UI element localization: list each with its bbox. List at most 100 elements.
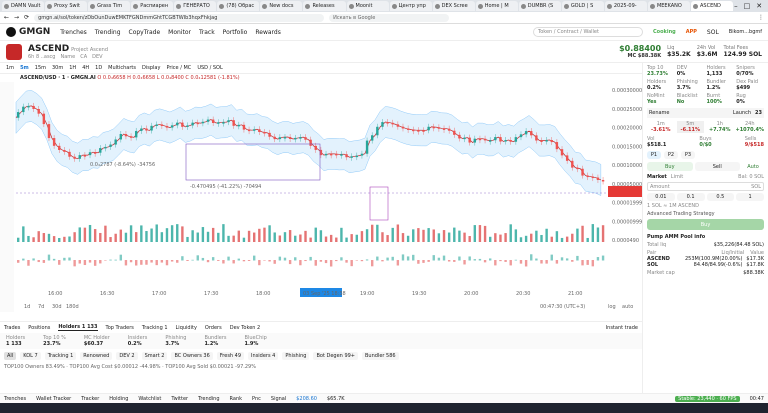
- browser-tab[interactable]: DAMN Vault: [2, 1, 45, 11]
- bottom-tab[interactable]: Orders: [205, 325, 222, 331]
- chart-tool-6[interactable]: 1D: [95, 65, 102, 71]
- amount-option[interactable]: 0.01: [647, 193, 675, 201]
- buy-button[interactable]: Buy: [647, 219, 764, 230]
- app-button[interactable]: APP: [686, 29, 697, 35]
- chart-tool-3[interactable]: 30m: [52, 65, 63, 71]
- range-button[interactable]: 180d: [66, 304, 79, 310]
- chain-select[interactable]: SOL: [707, 29, 719, 36]
- browser-tab[interactable]: DEX Scree: [432, 1, 475, 11]
- bottom-tab[interactable]: Trades: [4, 325, 20, 331]
- holder-filter[interactable]: KOL 7: [20, 352, 41, 360]
- auto-toggle[interactable]: Auto: [742, 162, 764, 171]
- bottom-tab[interactable]: Tracking 1: [142, 325, 168, 331]
- status-item[interactable]: Tracker: [81, 396, 99, 402]
- extensions-icon[interactable]: ⋮: [758, 14, 764, 21]
- chart-tool-1[interactable]: 5m: [20, 65, 29, 71]
- chart-tool-0[interactable]: 1m: [6, 65, 14, 71]
- amount-option[interactable]: 0.1: [676, 193, 705, 201]
- browser-tab[interactable]: Распиарен: [131, 1, 174, 11]
- range-button[interactable]: 7d: [38, 304, 44, 310]
- holder-filter[interactable]: Fresh 49: [216, 352, 245, 360]
- range-button[interactable]: 1d: [24, 304, 30, 310]
- bottom-tab[interactable]: Positions: [28, 325, 50, 331]
- market-tab[interactable]: Market: [647, 174, 667, 180]
- browser-tab[interactable]: Grass Tim: [88, 1, 131, 11]
- status-item[interactable]: Watchlist: [138, 396, 161, 402]
- log-toggle[interactable]: log: [608, 304, 616, 310]
- range-button[interactable]: 30d: [52, 304, 62, 310]
- dev-link[interactable]: DEV: [92, 54, 102, 60]
- status-item[interactable]: Pnc: [252, 396, 261, 402]
- browser-tab[interactable]: Proxy Swit: [45, 1, 88, 11]
- period-1m[interactable]: 1m -3.61%: [647, 121, 675, 133]
- google-search-box[interactable]: Искать в Google: [329, 13, 450, 22]
- amount-option[interactable]: 1: [736, 193, 764, 201]
- browser-tab[interactable]: Home | M: [475, 1, 518, 11]
- nav-monitor[interactable]: Monitor: [168, 29, 191, 36]
- cooking-button[interactable]: Cooking: [653, 29, 676, 35]
- chart-tool-9[interactable]: Price / MC: [166, 65, 191, 71]
- address-bar[interactable]: gmgn.ai/sol/token/zDbOunDuwEMKTFGNDmmGht…: [34, 13, 325, 22]
- nav-trenches[interactable]: Trenches: [60, 29, 87, 36]
- chart-tool-5[interactable]: 4H: [82, 65, 89, 71]
- holder-filter[interactable]: DEV 2: [116, 352, 138, 360]
- browser-tab[interactable]: ASCEND: [691, 1, 734, 11]
- browser-tab[interactable]: 2025-09-: [604, 1, 647, 11]
- holder-filter[interactable]: Phishing: [282, 352, 310, 360]
- status-item[interactable]: Wallet Tracker: [36, 396, 71, 402]
- browser-tab[interactable]: New docs: [260, 1, 303, 11]
- price-chart[interactable]: -0.470495 (-41.22%) -70494 0.0₄2787 (-8.6…: [0, 82, 642, 312]
- preset-P2[interactable]: P2: [664, 151, 678, 159]
- period-24h[interactable]: 24h +1070.4%: [736, 121, 765, 133]
- back-icon[interactable]: ←: [4, 14, 9, 21]
- browser-tab[interactable]: MEEKANO: [647, 1, 690, 11]
- browser-tab[interactable]: GOLD | S: [561, 1, 604, 11]
- buy-tab[interactable]: Buy: [647, 162, 693, 171]
- status-item[interactable]: Signal: [271, 396, 286, 402]
- instant-trade-toggle[interactable]: Instant trade: [606, 325, 638, 331]
- period-5m[interactable]: 5m -6.11%: [676, 121, 704, 133]
- window-controls[interactable]: – □ ✕: [734, 2, 766, 10]
- brand-logo[interactable]: GMGN: [6, 27, 50, 37]
- status-item[interactable]: Trenches: [4, 396, 26, 402]
- chart-tool-8[interactable]: Display: [142, 65, 160, 71]
- browser-tab[interactable]: ГЕНЕРАТО: [174, 1, 217, 11]
- period-changes[interactable]: 1m -3.61% 5m -6.11% 1h +7.74% 24h +1070.4%: [647, 121, 764, 133]
- holder-filter[interactable]: Bot Degen 99+: [313, 352, 358, 360]
- preset-P1[interactable]: P1: [647, 151, 661, 159]
- ca-link[interactable]: CA: [80, 54, 87, 60]
- status-item[interactable]: Trending: [198, 396, 219, 402]
- bottom-tab[interactable]: Dev Token 2: [230, 325, 260, 331]
- period-1h[interactable]: 1h +7.74%: [706, 121, 734, 133]
- chart-tool-4[interactable]: 1H: [69, 65, 76, 71]
- holder-filter[interactable]: All: [4, 352, 17, 360]
- nav-portfolio[interactable]: Portfolio: [223, 29, 248, 36]
- reload-icon[interactable]: ⟳: [24, 14, 29, 21]
- token-search-input[interactable]: Token / Contract / Wallet: [532, 27, 643, 37]
- preset-P3[interactable]: P3: [681, 151, 695, 159]
- chart-tool-7[interactable]: Multicharts: [108, 65, 136, 71]
- bottom-tab[interactable]: Top Traders: [106, 325, 134, 331]
- browser-tab[interactable]: Центр упр: [389, 1, 432, 11]
- auto-scale-toggle[interactable]: auto: [622, 304, 633, 310]
- nav-track[interactable]: Track: [199, 29, 215, 36]
- forward-icon[interactable]: →: [14, 14, 19, 21]
- holder-filter[interactable]: Renowned: [80, 352, 113, 360]
- status-item[interactable]: Holding: [109, 396, 128, 402]
- advanced-strategy-checkbox[interactable]: Advanced Trading Strategy: [647, 211, 764, 217]
- sell-tab[interactable]: Sell: [694, 162, 740, 171]
- amount-option[interactable]: 0.5: [706, 193, 735, 201]
- user-wallet[interactable]: Bikom...bgmf: [729, 29, 762, 35]
- holder-filter[interactable]: Smart 2: [141, 352, 168, 360]
- nav-trending[interactable]: Trending: [95, 29, 121, 36]
- nav-rewards[interactable]: Rewards: [255, 29, 280, 36]
- status-item[interactable]: Twitter: [171, 396, 188, 402]
- holder-filter[interactable]: Bundler 586: [362, 352, 399, 360]
- nav-copytrade[interactable]: CopyTrade: [129, 29, 161, 36]
- chart-tool-10[interactable]: USD / SOL: [197, 65, 222, 71]
- browser-tab[interactable]: (78) Обрас: [217, 1, 260, 11]
- holder-filter[interactable]: Insiders 4: [248, 352, 279, 360]
- browser-tab[interactable]: DUMBR (S: [518, 1, 561, 11]
- holder-filter[interactable]: Tracking 1: [44, 352, 77, 360]
- name-link[interactable]: Name: [60, 54, 75, 60]
